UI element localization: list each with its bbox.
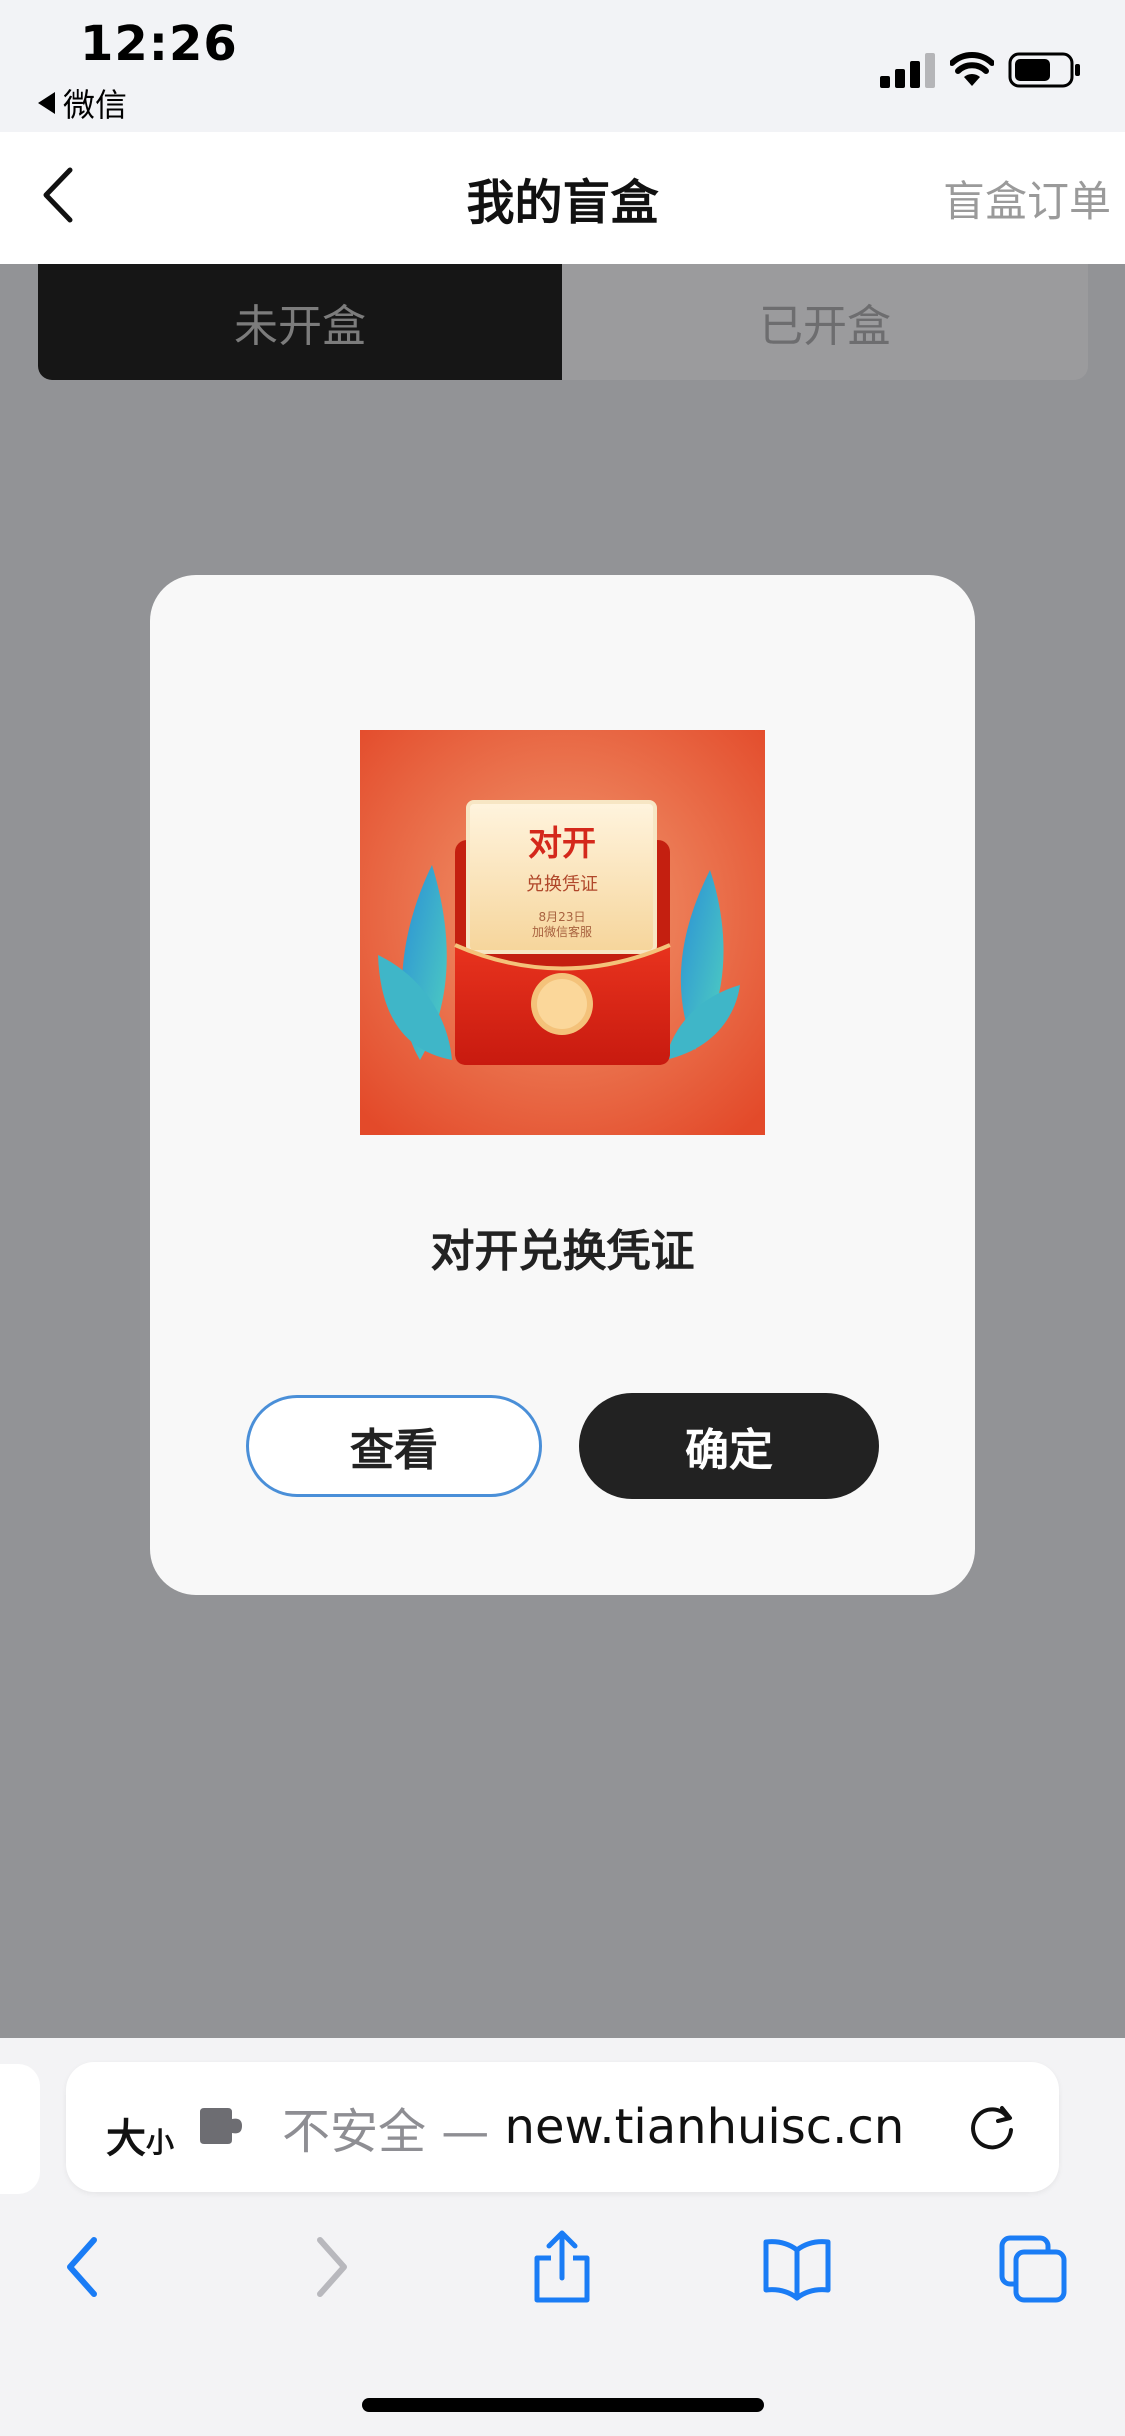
- blind-box-orders-link[interactable]: 盲盒订单: [943, 132, 1111, 264]
- reward-modal: 对开 兑换凭证 8月23日 加微信客服 对开兑换凭证 查看 确定: [150, 575, 975, 1595]
- address-bar[interactable]: 大小 不安全 — new.tianhuisc.cn: [66, 2062, 1059, 2192]
- voucher-image: 对开 兑换凭证 8月23日 加微信客服: [360, 730, 765, 1135]
- text-size-small-label: 小: [146, 2126, 175, 2159]
- wifi-icon: [950, 52, 994, 86]
- puzzle-piece-icon[interactable]: [196, 2104, 246, 2148]
- view-button[interactable]: 查看: [246, 1395, 542, 1497]
- voucher-name: 对开兑换凭证: [430, 1226, 695, 1277]
- reload-icon[interactable]: [966, 2100, 1020, 2154]
- back-to-app-link[interactable]: 微信: [38, 80, 127, 126]
- battery-icon: [1008, 52, 1080, 88]
- confirm-button[interactable]: 确定: [579, 1393, 879, 1499]
- home-indicator: [362, 2398, 764, 2412]
- voucher-image-subtitle: 兑换凭证: [526, 874, 598, 895]
- bookmarks-book-icon[interactable]: [762, 2228, 832, 2306]
- previous-tab-edge[interactable]: [0, 2064, 40, 2194]
- back-triangle-icon: [38, 92, 55, 114]
- voucher-image-title: 对开: [528, 824, 596, 864]
- signal-bars-icon: [880, 53, 935, 88]
- voucher-image-date: 8月23日: [539, 910, 586, 924]
- status-bar: 12:26 微信: [0, 0, 1125, 132]
- text-size-big-label: 大: [106, 2116, 146, 2162]
- url-host: new.tianhuisc.cn: [504, 2099, 905, 2155]
- chevron-right-icon[interactable]: [294, 2228, 364, 2306]
- url-field[interactable]: 不安全 — new.tianhuisc.cn: [282, 2062, 904, 2192]
- tab-bar: 未开盒 已开盒: [38, 264, 1088, 380]
- text-size-button[interactable]: 大小: [106, 2062, 174, 2192]
- back-app-label: 微信: [63, 86, 128, 124]
- status-time: 12:26: [80, 16, 238, 72]
- voucher-image-contact: 加微信客服: [532, 924, 592, 939]
- share-icon[interactable]: [527, 2228, 597, 2306]
- chevron-left-icon[interactable]: [50, 2228, 120, 2306]
- tab-opened[interactable]: 已开盒: [562, 264, 1088, 380]
- tab-unopened[interactable]: 未开盒: [38, 264, 562, 380]
- chevron-left-icon[interactable]: [34, 160, 84, 230]
- insecure-label: 不安全 —: [282, 2104, 490, 2160]
- nav-bar: 我的盲盒 盲盒订单: [0, 132, 1125, 264]
- tabs-icon[interactable]: [998, 2228, 1068, 2306]
